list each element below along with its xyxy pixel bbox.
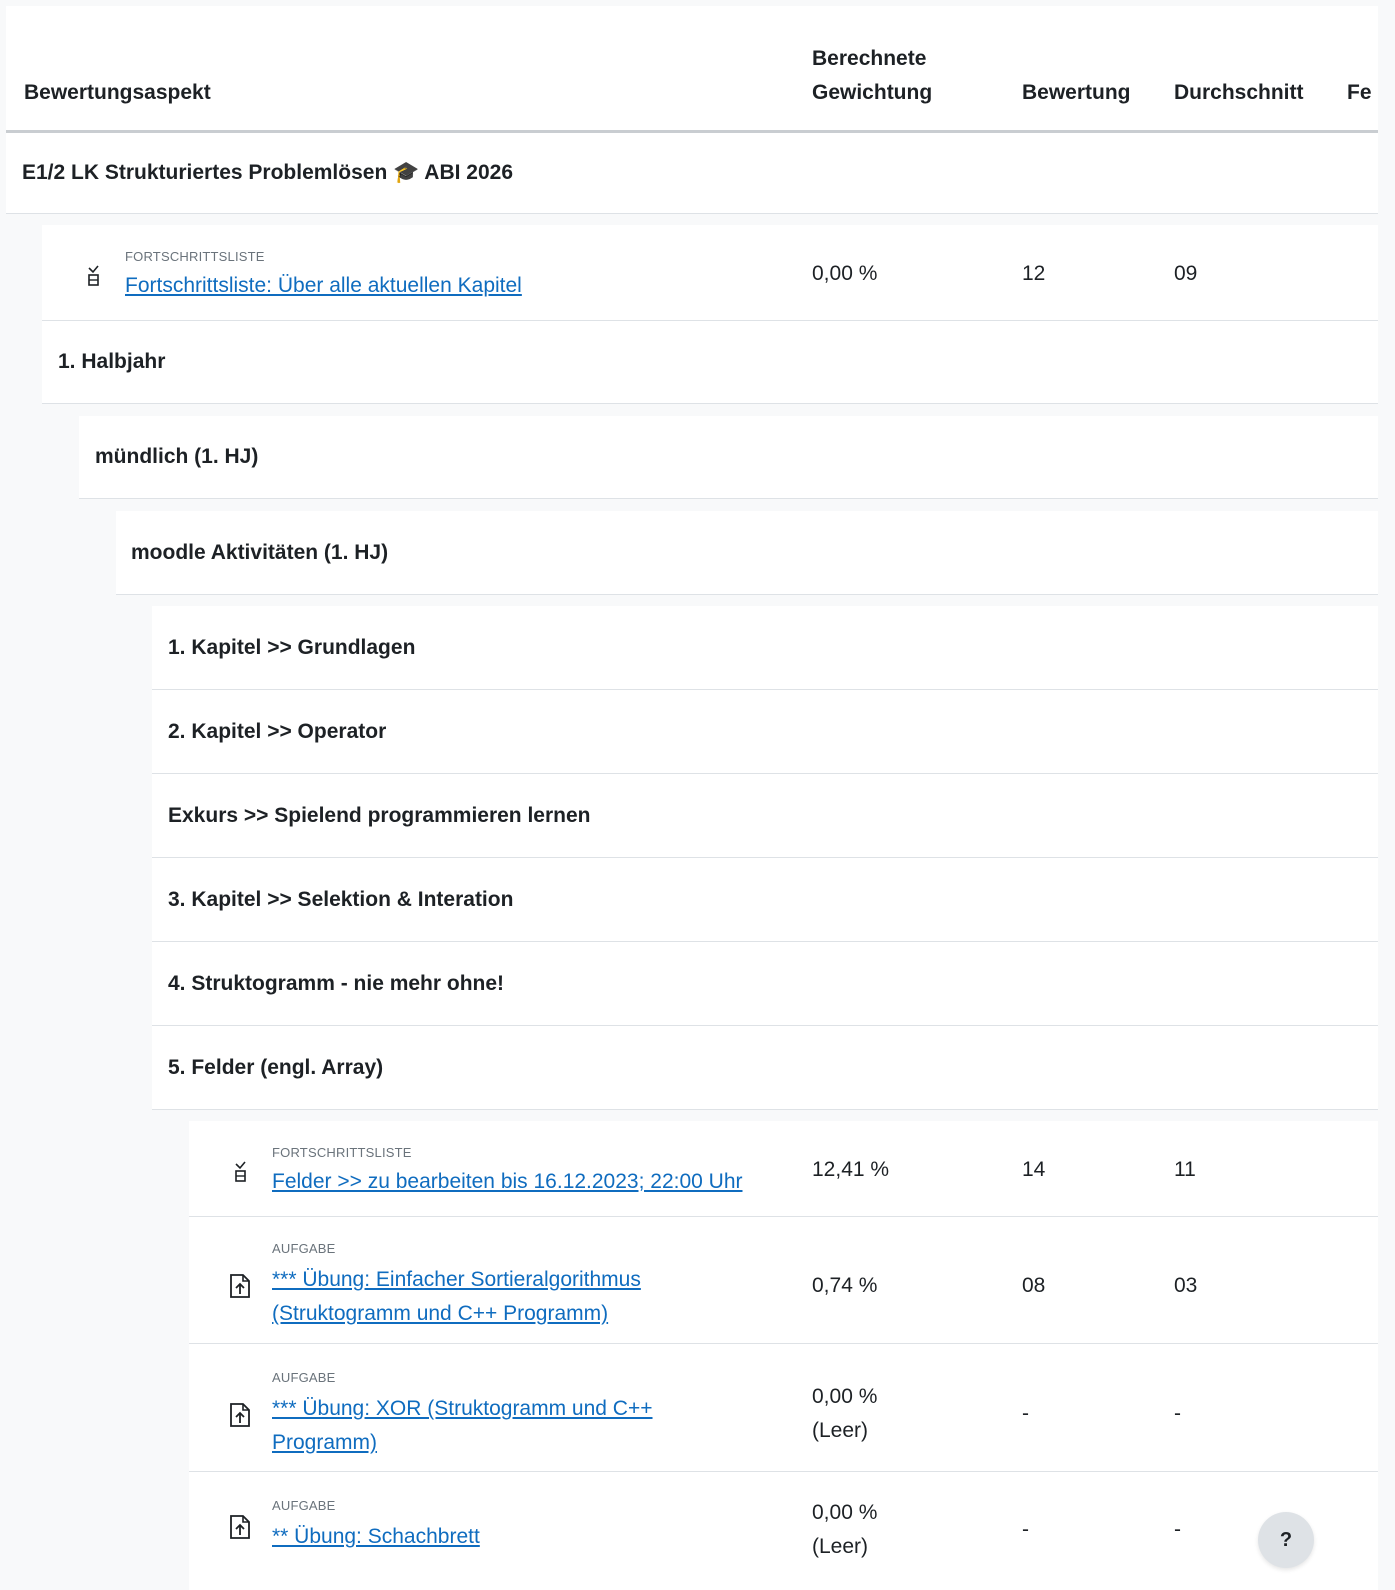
category-title: 2. Kapitel >> Operator [168,719,387,743]
grade-report: Bewertungsaspekt Berechnete Gewichtung B… [6,6,1378,1590]
category-title: Exkurs >> Spielend programmieren lernen [168,803,591,827]
category-row: 2. Kapitel >> Operator [152,690,1378,774]
average-value: - [1174,1518,1181,1541]
weight-value: 0,74 % [812,1274,878,1297]
category-title: 4. Struktogramm - nie mehr ohne! [168,971,505,995]
grade-value: - [1022,1518,1029,1541]
course-title: E1/2 LK Strukturiertes Problemlösen 🎓 AB… [22,161,514,184]
item-link[interactable]: ** Übung: Schachbrett [272,1520,480,1553]
category-row: Exkurs >> Spielend programmieren lernen [152,774,1378,858]
item-link[interactable]: Felder >> zu bearbeiten bis 16.12.2023; … [272,1165,743,1198]
item-link-line1[interactable]: *** Übung: XOR (Struktogramm und C++ [272,1392,653,1425]
table-row: FORTSCHRITTSLISTE Fortschrittsliste: Übe… [42,225,1378,321]
category-title: 1. Halbjahr [58,350,166,373]
header-weight-line2[interactable]: Gewichtung [812,76,932,110]
category-row: 5. Felder (engl. Array) [152,1026,1378,1110]
item-type-label: AUFGABE [272,1241,336,1256]
category-row: 1. Kapitel >> Grundlagen [152,606,1378,690]
category-title: 1. Kapitel >> Grundlagen [168,635,416,659]
category-row: 3. Kapitel >> Selektion & Interation [152,858,1378,942]
header-weight-line1[interactable]: Berechnete [812,42,926,76]
item-type-label: AUFGABE [272,1498,336,1513]
grade-value: 14 [1022,1158,1046,1181]
table-row: AUFGABE *** Übung: XOR (Struktogramm und… [189,1344,1378,1472]
header-item[interactable]: Bewertungsaspekt [24,76,211,110]
category-title: 5. Felder (engl. Array) [168,1055,384,1079]
item-link-line2[interactable]: (Struktogramm und C++ Programm) [272,1297,608,1330]
average-value: 09 [1174,262,1198,285]
assignment-upload-icon [229,1273,251,1304]
item-link-line1[interactable]: *** Übung: Einfacher Sortieralgorithmus [272,1263,641,1296]
assignment-upload-icon [229,1402,251,1433]
average-value: - [1174,1402,1181,1425]
category-row: 1. Halbjahr [42,321,1378,404]
weight-value: 12,41 % [812,1158,890,1181]
grade-value: 12 [1022,262,1046,285]
header-feedback[interactable]: Fe [1347,76,1372,110]
assignment-upload-icon [229,1514,251,1545]
grade-value: 08 [1022,1274,1046,1297]
header-average[interactable]: Durchschnitt [1174,76,1304,110]
checklist-icon [86,265,102,292]
weight-note: (Leer) [812,1535,869,1558]
item-type-label: FORTSCHRITTSLISTE [272,1145,412,1160]
table-row: AUFGABE ** Übung: Schachbrett 0,00 % (Le… [189,1472,1378,1590]
grade-value: - [1022,1402,1029,1425]
average-value: 11 [1174,1158,1196,1181]
table-row: AUFGABE *** Übung: Einfacher Sortieralgo… [189,1217,1378,1344]
item-link-line2[interactable]: Programm) [272,1426,377,1459]
course-category-row: E1/2 LK Strukturiertes Problemlösen 🎓 AB… [6,133,1378,214]
category-title: moodle Aktivitäten (1. HJ) [131,540,389,564]
weight-value: 0,00 % [812,262,878,285]
weight-value: 0,00 % [812,1385,878,1408]
category-title: 3. Kapitel >> Selektion & Interation [168,887,514,911]
checklist-icon [233,1161,249,1188]
category-title: mündlich (1. HJ) [95,445,259,468]
item-type-label: FORTSCHRITTSLISTE [125,249,265,264]
item-type-label: AUFGABE [272,1370,336,1385]
table-row: FORTSCHRITTSLISTE Felder >> zu bearbeite… [189,1121,1378,1217]
category-row: moodle Aktivitäten (1. HJ) [116,511,1378,595]
category-row: mündlich (1. HJ) [79,416,1378,499]
category-row: 4. Struktogramm - nie mehr ohne! [152,942,1378,1026]
table-header: Bewertungsaspekt Berechnete Gewichtung B… [6,6,1378,133]
average-value: 03 [1174,1274,1198,1297]
weight-note: (Leer) [812,1419,869,1442]
header-grade[interactable]: Bewertung [1022,76,1131,110]
item-link[interactable]: Fortschrittsliste: Über alle aktuellen K… [125,269,522,302]
weight-value: 0,00 % [812,1501,878,1524]
help-button[interactable]: ? [1258,1512,1314,1568]
